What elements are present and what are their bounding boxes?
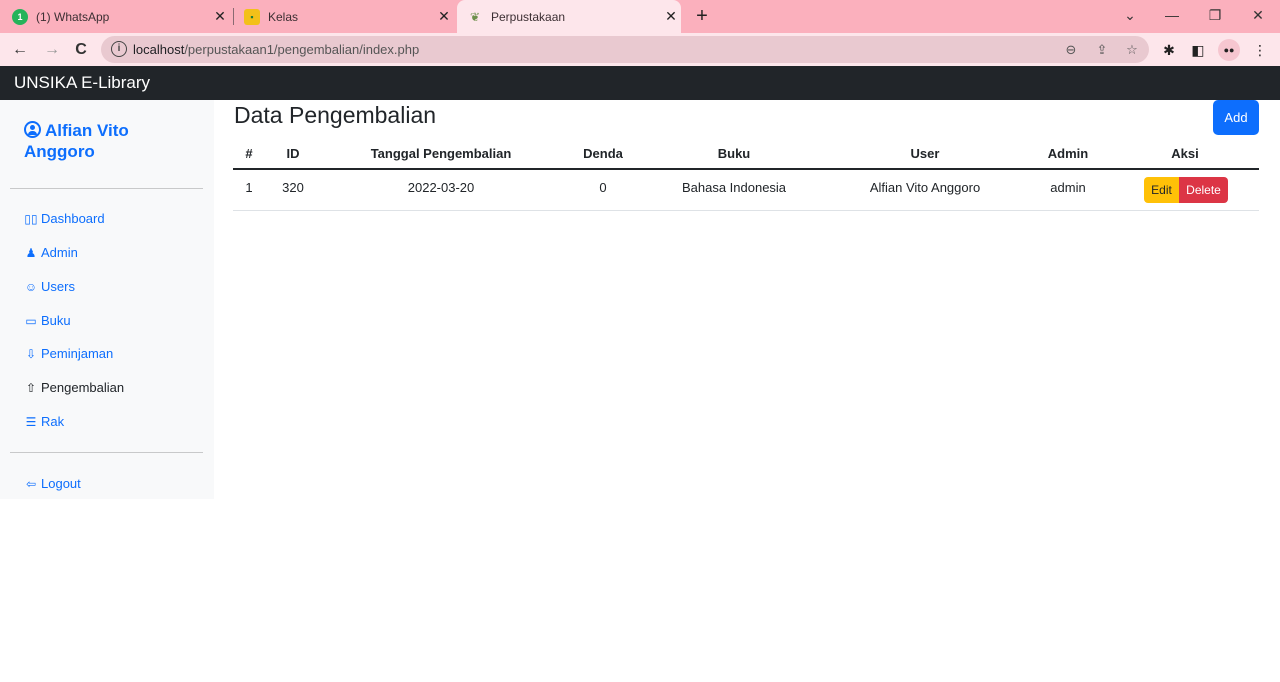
close-icon[interactable]: ✕ — [661, 8, 681, 25]
library-favicon-icon: ❦ — [469, 9, 481, 24]
browser-toolbar: ← → C i localhost/perpustakaan1/pengemba… — [0, 33, 1280, 66]
sidebar-item-label: Admin — [41, 245, 78, 260]
close-icon[interactable]: ✕ — [210, 8, 230, 25]
divider — [10, 452, 203, 453]
menu-kebab-icon[interactable]: ⋮ — [1249, 39, 1271, 61]
profile-avatar-icon[interactable]: ●● — [1218, 39, 1240, 61]
bookmark-star-icon[interactable]: ☆ — [1122, 40, 1142, 60]
tab-title: (1) WhatsApp — [36, 9, 110, 24]
divider — [10, 188, 203, 189]
user-name-first: Alfian Vito — [45, 121, 129, 140]
data-table: # ID Tanggal Pengembalian Denda Buku Use… — [233, 140, 1259, 211]
extensions-puzzle-icon[interactable]: ✱ — [1158, 39, 1180, 61]
sidebar-item-label: Rak — [41, 414, 65, 429]
classroom-icon: ▪ — [244, 8, 260, 25]
tab-title: Kelas — [268, 9, 299, 24]
site-info-icon[interactable]: i — [111, 41, 127, 57]
side-panel-icon[interactable]: ◧ — [1187, 39, 1209, 61]
edit-button[interactable]: Edit — [1144, 177, 1179, 203]
restore-icon[interactable]: ❐ — [1195, 0, 1235, 33]
cell-denda: 0 — [599, 180, 607, 195]
add-button[interactable]: Add — [1213, 100, 1259, 135]
column-header-denda: Denda — [583, 146, 623, 161]
tab-kelas[interactable]: ▪ Kelas ✕ — [244, 0, 454, 33]
tab-perpustakaan[interactable]: ❦ Perpustakaan ✕ — [457, 0, 681, 33]
column-header-buku: Buku — [717, 146, 751, 161]
brand-title[interactable]: UNSIKA E-Library — [14, 73, 150, 93]
sidebar-item-logout[interactable]: ⇦ Logout — [24, 476, 81, 491]
tab-separator — [233, 8, 234, 25]
window-close-icon[interactable]: ✕ — [1238, 0, 1278, 33]
column-header-admin: Admin — [1047, 146, 1089, 161]
sidebar-item-admin[interactable]: ♟ Admin — [24, 245, 78, 260]
tab-search-chevron-icon[interactable]: ⌄ — [1110, 0, 1150, 33]
borrow-icon: ⇩ — [25, 347, 37, 361]
user-circle-icon — [24, 121, 41, 138]
cell-id: 320 — [282, 180, 304, 195]
user-name-last: Anggoro — [24, 142, 95, 161]
cell-user: Alfian Vito Anggoro — [869, 180, 981, 195]
sidebar-item-users[interactable]: ☺ Users — [24, 279, 75, 294]
logout-icon: ⇦ — [25, 477, 37, 491]
book-icon: ▭ — [25, 314, 37, 328]
share-icon[interactable]: ⇪ — [1092, 40, 1112, 60]
back-arrow-icon[interactable]: ← — [8, 38, 32, 62]
dashboard-icon: ▯▯ — [24, 212, 38, 226]
new-tab-plus-icon[interactable]: + — [690, 4, 714, 28]
sidebar-item-label: Pengembalian — [41, 380, 125, 395]
shelf-icon: ☰ — [25, 415, 37, 429]
delete-button[interactable]: Delete — [1179, 177, 1228, 203]
table-row: 1 320 2022-03-20 0 Bahasa Indonesia Alfi… — [233, 170, 1259, 211]
table-header: # ID Tanggal Pengembalian Denda Buku Use… — [233, 140, 1259, 170]
column-header-aksi: Aksi — [1171, 146, 1199, 161]
browser-tabstrip: 1 (1) WhatsApp ✕ ▪ Kelas ✕ ❦ Perpustakaa… — [0, 0, 1280, 33]
cell-admin: admin — [1050, 180, 1086, 195]
return-icon: ⇧ — [25, 381, 37, 395]
url-text: localhost/perpustakaan1/pengembalian/ind… — [133, 42, 419, 57]
sidebar-item-label: Peminjaman — [41, 346, 114, 361]
minimize-icon[interactable]: — — [1152, 0, 1192, 33]
users-icon: ☺ — [24, 280, 38, 294]
app-navbar: UNSIKA E-Library — [0, 66, 1280, 100]
url-path: /perpustakaan1/pengembalian/index.php — [184, 42, 420, 57]
forward-arrow-icon[interactable]: → — [40, 38, 64, 62]
cell-tanggal: 2022-03-20 — [407, 180, 475, 195]
sidebar-item-label: Buku — [41, 313, 71, 328]
whatsapp-icon: 1 — [12, 8, 28, 25]
column-header-user: User — [910, 146, 940, 161]
sidebar-item-label: Logout — [41, 476, 81, 491]
page-title: Data Pengembalian — [234, 102, 437, 128]
user-profile: Alfian Vito Anggoro — [24, 120, 204, 162]
column-header-number: # — [245, 146, 253, 161]
sidebar-item-peminjaman[interactable]: ⇩ Peminjaman — [24, 346, 113, 361]
sidebar-item-rak[interactable]: ☰ Rak — [24, 414, 65, 429]
cell-number: 1 — [245, 180, 253, 195]
url-host: localhost — [133, 42, 185, 57]
tab-whatsapp[interactable]: 1 (1) WhatsApp ✕ — [12, 0, 230, 33]
close-icon[interactable]: ✕ — [434, 8, 454, 25]
column-header-id: ID — [286, 146, 300, 161]
sidebar-item-buku[interactable]: ▭ Buku — [24, 313, 71, 328]
sidebar-item-pengembalian[interactable]: ⇧ Pengembalian — [24, 380, 124, 395]
sidebar-item-label: Users — [41, 279, 75, 294]
cell-buku: Bahasa Indonesia — [681, 180, 787, 195]
sidebar: Alfian Vito Anggoro ▯▯ Dashboard ♟ Admin ☺… — [0, 100, 214, 499]
tab-title: Perpustakaan — [491, 9, 566, 24]
sidebar-item-label: Dashboard — [41, 211, 105, 226]
address-bar[interactable]: i localhost/perpustakaan1/pengembalian/i… — [101, 36, 1149, 63]
sidebar-item-dashboard[interactable]: ▯▯ Dashboard — [24, 211, 105, 226]
reload-icon[interactable]: C — [69, 38, 93, 62]
column-header-tanggal: Tanggal Pengembalian — [370, 146, 512, 161]
admin-icon: ♟ — [25, 246, 37, 260]
zoom-icon[interactable]: ⊖ — [1061, 40, 1081, 60]
